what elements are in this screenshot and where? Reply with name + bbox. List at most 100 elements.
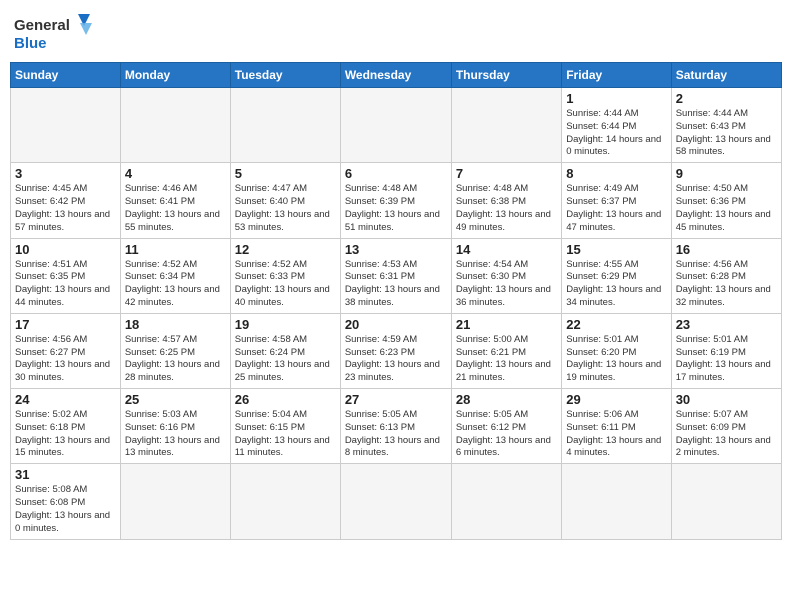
calendar-cell (11, 88, 121, 163)
day-number: 3 (15, 166, 116, 181)
calendar-cell: 14 Sunrise: 4:54 AM Sunset: 6:30 PM Dayli… (451, 238, 561, 313)
calendar-cell: 26 Sunrise: 5:04 AM Sunset: 6:15 PM Dayli… (230, 389, 340, 464)
day-number: 20 (345, 317, 447, 332)
day-info: Sunrise: 4:44 AM Sunset: 6:43 PM Dayligh… (676, 108, 777, 159)
day-info: Sunrise: 4:48 AM Sunset: 6:38 PM Dayligh… (456, 183, 557, 234)
calendar-week-4: 17 Sunrise: 4:56 AM Sunset: 6:27 PM Dayli… (11, 313, 782, 388)
calendar-cell: 11Sunrise: 4:52 AM Sunset: 6:34 PM Dayli… (120, 238, 230, 313)
logo-svg: General Blue (14, 10, 94, 54)
calendar-cell: 5Sunrise: 4:47 AM Sunset: 6:40 PM Daylig… (230, 163, 340, 238)
day-number: 25 (125, 392, 226, 407)
day-number: 4 (125, 166, 226, 181)
day-info: Sunrise: 4:50 AM Sunset: 6:36 PM Dayligh… (676, 183, 777, 234)
day-number: 1 (566, 91, 666, 106)
calendar-cell: 27 Sunrise: 5:05 AM Sunset: 6:13 PM Dayli… (340, 389, 451, 464)
calendar-cell: 7 Sunrise: 4:48 AM Sunset: 6:38 PM Daylig… (451, 163, 561, 238)
svg-text:General: General (14, 17, 70, 34)
calendar-cell (562, 464, 671, 539)
day-number: 29 (566, 392, 666, 407)
day-info: Sunrise: 4:47 AM Sunset: 6:40 PM Dayligh… (235, 183, 336, 234)
calendar-cell: 17 Sunrise: 4:56 AM Sunset: 6:27 PM Dayli… (11, 313, 121, 388)
calendar-cell: 19Sunrise: 4:58 AM Sunset: 6:24 PM Dayli… (230, 313, 340, 388)
day-info: Sunrise: 4:59 AM Sunset: 6:23 PM Dayligh… (345, 334, 447, 385)
calendar-cell: 28Sunrise: 5:05 AM Sunset: 6:12 PM Dayli… (451, 389, 561, 464)
day-number: 6 (345, 166, 447, 181)
calendar-week-6: 31Sunrise: 5:08 AM Sunset: 6:08 PM Dayli… (11, 464, 782, 539)
calendar-cell: 8Sunrise: 4:49 AM Sunset: 6:37 PM Daylig… (562, 163, 671, 238)
calendar-header-thursday: Thursday (451, 63, 561, 88)
day-info: Sunrise: 4:44 AM Sunset: 6:44 PM Dayligh… (566, 108, 666, 159)
calendar-cell: 21Sunrise: 5:00 AM Sunset: 6:21 PM Dayli… (451, 313, 561, 388)
svg-text:Blue: Blue (14, 35, 47, 52)
calendar-cell (120, 88, 230, 163)
calendar-cell: 16 Sunrise: 4:56 AM Sunset: 6:28 PM Dayli… (671, 238, 781, 313)
day-info: Sunrise: 4:56 AM Sunset: 6:28 PM Dayligh… (676, 259, 777, 310)
day-info: Sunrise: 5:08 AM Sunset: 6:08 PM Dayligh… (15, 484, 116, 535)
calendar-cell (451, 88, 561, 163)
calendar-cell: 20 Sunrise: 4:59 AM Sunset: 6:23 PM Dayli… (340, 313, 451, 388)
day-number: 7 (456, 166, 557, 181)
calendar-cell: 6Sunrise: 4:48 AM Sunset: 6:39 PM Daylig… (340, 163, 451, 238)
calendar-cell: 12 Sunrise: 4:52 AM Sunset: 6:33 PM Dayli… (230, 238, 340, 313)
calendar-cell: 18Sunrise: 4:57 AM Sunset: 6:25 PM Dayli… (120, 313, 230, 388)
day-info: Sunrise: 5:01 AM Sunset: 6:19 PM Dayligh… (676, 334, 777, 385)
calendar-week-5: 24Sunrise: 5:02 AM Sunset: 6:18 PM Dayli… (11, 389, 782, 464)
calendar-cell (671, 464, 781, 539)
day-info: Sunrise: 4:49 AM Sunset: 6:37 PM Dayligh… (566, 183, 666, 234)
calendar-cell: 2Sunrise: 4:44 AM Sunset: 6:43 PM Daylig… (671, 88, 781, 163)
day-info: Sunrise: 4:52 AM Sunset: 6:33 PM Dayligh… (235, 259, 336, 310)
calendar-week-1: 1 Sunrise: 4:44 AM Sunset: 6:44 PM Daylig… (11, 88, 782, 163)
day-info: Sunrise: 5:02 AM Sunset: 6:18 PM Dayligh… (15, 409, 116, 460)
day-number: 30 (676, 392, 777, 407)
calendar-cell: 22 Sunrise: 5:01 AM Sunset: 6:20 PM Dayli… (562, 313, 671, 388)
calendar-header-sunday: Sunday (11, 63, 121, 88)
day-info: Sunrise: 4:51 AM Sunset: 6:35 PM Dayligh… (15, 259, 116, 310)
calendar-header-wednesday: Wednesday (340, 63, 451, 88)
day-number: 22 (566, 317, 666, 332)
calendar-header-friday: Friday (562, 63, 671, 88)
day-number: 15 (566, 242, 666, 257)
day-number: 14 (456, 242, 557, 257)
calendar-cell: 15 Sunrise: 4:55 AM Sunset: 6:29 PM Dayli… (562, 238, 671, 313)
day-number: 11 (125, 242, 226, 257)
day-info: Sunrise: 4:54 AM Sunset: 6:30 PM Dayligh… (456, 259, 557, 310)
calendar-cell: 31Sunrise: 5:08 AM Sunset: 6:08 PM Dayli… (11, 464, 121, 539)
day-number: 27 (345, 392, 447, 407)
calendar-cell: 4 Sunrise: 4:46 AM Sunset: 6:41 PM Daylig… (120, 163, 230, 238)
calendar-header-monday: Monday (120, 63, 230, 88)
calendar-cell: 30 Sunrise: 5:07 AM Sunset: 6:09 PM Dayli… (671, 389, 781, 464)
day-number: 10 (15, 242, 116, 257)
calendar-cell: 13Sunrise: 4:53 AM Sunset: 6:31 PM Dayli… (340, 238, 451, 313)
day-number: 23 (676, 317, 777, 332)
calendar-week-2: 3Sunrise: 4:45 AM Sunset: 6:42 PM Daylig… (11, 163, 782, 238)
day-number: 26 (235, 392, 336, 407)
day-info: Sunrise: 4:58 AM Sunset: 6:24 PM Dayligh… (235, 334, 336, 385)
day-info: Sunrise: 5:00 AM Sunset: 6:21 PM Dayligh… (456, 334, 557, 385)
day-number: 12 (235, 242, 336, 257)
day-info: Sunrise: 5:03 AM Sunset: 6:16 PM Dayligh… (125, 409, 226, 460)
day-number: 17 (15, 317, 116, 332)
calendar-cell: 29Sunrise: 5:06 AM Sunset: 6:11 PM Dayli… (562, 389, 671, 464)
day-number: 16 (676, 242, 777, 257)
calendar-cell (230, 88, 340, 163)
calendar-header-tuesday: Tuesday (230, 63, 340, 88)
day-info: Sunrise: 4:53 AM Sunset: 6:31 PM Dayligh… (345, 259, 447, 310)
calendar-week-3: 10 Sunrise: 4:51 AM Sunset: 6:35 PM Dayli… (11, 238, 782, 313)
calendar-cell (451, 464, 561, 539)
calendar-header-saturday: Saturday (671, 63, 781, 88)
day-info: Sunrise: 4:56 AM Sunset: 6:27 PM Dayligh… (15, 334, 116, 385)
calendar-cell: 3Sunrise: 4:45 AM Sunset: 6:42 PM Daylig… (11, 163, 121, 238)
calendar-cell: 23 Sunrise: 5:01 AM Sunset: 6:19 PM Dayli… (671, 313, 781, 388)
calendar-cell: 24Sunrise: 5:02 AM Sunset: 6:18 PM Dayli… (11, 389, 121, 464)
day-number: 18 (125, 317, 226, 332)
day-info: Sunrise: 5:01 AM Sunset: 6:20 PM Dayligh… (566, 334, 666, 385)
day-info: Sunrise: 5:07 AM Sunset: 6:09 PM Dayligh… (676, 409, 777, 460)
day-info: Sunrise: 5:05 AM Sunset: 6:12 PM Dayligh… (456, 409, 557, 460)
day-info: Sunrise: 5:04 AM Sunset: 6:15 PM Dayligh… (235, 409, 336, 460)
day-info: Sunrise: 5:05 AM Sunset: 6:13 PM Dayligh… (345, 409, 447, 460)
calendar-cell: 10 Sunrise: 4:51 AM Sunset: 6:35 PM Dayli… (11, 238, 121, 313)
day-info: Sunrise: 4:46 AM Sunset: 6:41 PM Dayligh… (125, 183, 226, 234)
calendar-cell (230, 464, 340, 539)
day-info: Sunrise: 4:55 AM Sunset: 6:29 PM Dayligh… (566, 259, 666, 310)
calendar-cell (340, 464, 451, 539)
